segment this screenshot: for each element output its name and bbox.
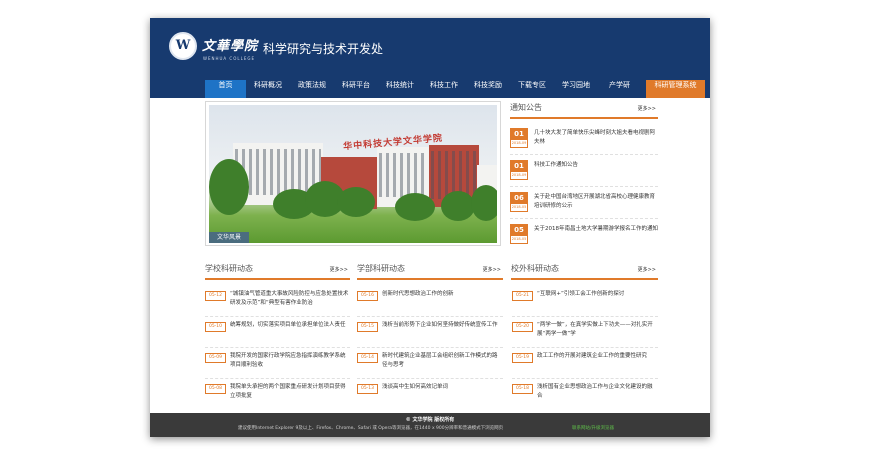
news-text: 新时代建筑企业基层工会组织创新工作模式的路径与思考 [382,353,498,368]
notice-more-link[interactable]: 更多>> [638,105,656,112]
school-news-header: 学校科研动态 更多>> [205,262,350,280]
list-item[interactable]: 05-14 新时代建筑企业基层工会组织创新工作模式的路径与思考 [357,353,503,383]
news-text: 政工工作的开展对建筑企业工作的重要性研究 [537,353,648,359]
external-news-more-link[interactable]: 更多>> [638,266,656,273]
date-badge: 06 2018-05 [510,192,528,212]
list-item[interactable]: 05-19 政工工作的开展对建筑企业工作的重要性研究 [512,353,658,383]
list-item[interactable]: 05-20 “两学一做”，在真学实做上下功夫——对扎实开展“两学一做”学 [512,322,658,352]
news-date: 05-19 [512,353,533,363]
site-title: 科学研究与技术开发处 [263,42,384,56]
nav-item-overview[interactable]: 科研概况 [246,80,290,98]
news-date: 05-18 [512,384,533,394]
nav-item-tech-work[interactable]: 科技工作 [422,80,466,98]
news-date: 05-08 [205,384,226,394]
list-item[interactable]: 05-08 我院单头承担的两个国家重点研发计划项目获得立项批复 [205,384,350,414]
list-item[interactable]: 05-16 创新时代思想政治工作的创新 [357,291,503,321]
list-item[interactable]: 05-21 “互联网+”引领工会工作创新的探讨 [512,291,658,321]
college-logo-icon[interactable]: W [169,32,197,60]
news-date: 05-10 [205,322,226,332]
news-date: 05-09 [205,353,226,363]
site-header: W 文華學院 WENHUA COLLEGE 科学研究与技术开发处 [150,18,710,80]
list-item[interactable]: 05-13 浅谈高中生如何高效记单词 [357,384,503,414]
dept-news-header: 学部科研动态 更多>> [357,262,503,280]
news-date: 05-14 [357,353,378,363]
notice-item[interactable]: 05 2018-05 关于2018年南昌土地大学暑期游学报名工作的通知 [510,224,658,250]
school-news-more-link[interactable]: 更多>> [330,266,348,273]
news-date: 05-13 [357,384,378,394]
news-text: 我院开发的国家行政学院应急指挥演练教学系统项目顺利验收 [230,353,346,368]
logo-chinese-name: 文華學院 [202,39,259,54]
campus-photo: 华中科技大学文华学院 [209,105,497,243]
site-footer: © 文华学院 版权所有 建议使用Internet Explorer 9及以上、F… [150,413,710,437]
news-text: 我院单头承担的两个国家重点研发计划项目获得立项批复 [230,384,346,399]
footer-browser-note: 建议使用Internet Explorer 9及以上、Firefox、Chrom… [238,426,504,431]
notice-text: 科技工作通知公告 [534,162,579,168]
notice-title: 通知公告 [510,103,542,112]
list-item[interactable]: 05-09 我院开发的国家行政学院应急指挥演练教学系统项目顺利验收 [205,353,350,383]
hero-caption: 文华风景 [209,232,249,243]
nav-item-platform[interactable]: 科研平台 [334,80,378,98]
external-news-title: 校外科研动态 [511,264,559,273]
date-badge: 01 2018-09 [510,160,528,180]
nav-item-policies[interactable]: 政策法规 [290,80,334,98]
dept-news-more-link[interactable]: 更多>> [483,266,501,273]
news-date: 05-12 [205,291,226,301]
news-text: 浅谈高中生如何高效记单词 [382,384,449,390]
date-badge: 01 2018-09 [510,128,528,148]
list-item[interactable]: 05-15 浅析当前形势下企业如何坚持做好传统宣传工作 [357,322,503,352]
logo-mark: W [175,38,191,53]
news-text: “两学一做”，在真学实做上下功夫——对扎实开展“两学一做”学 [537,322,653,337]
notice-item[interactable]: 01 2018-09 科技工作通知公告 [510,160,658,187]
footer-copyright: © 文华学院 版权所有 [405,417,455,423]
external-news-header: 校外科研动态 更多>> [511,262,658,280]
news-text: “互联网+”引领工会工作创新的探讨 [537,291,625,297]
dept-news-title: 学部科研动态 [357,264,405,273]
notice-text: 关于2018年南昌土地大学暑期游学报名工作的通知 [534,226,658,232]
notice-item[interactable]: 01 2018-09 几十块大发了简单快乐尖峰时刻大姐夫看电视剧阿夫林 [510,128,658,155]
news-date: 05-16 [357,291,378,301]
news-text: 创新时代思想政治工作的创新 [382,291,454,297]
nav-item-learning[interactable]: 学习园地 [554,80,598,98]
notice-item[interactable]: 06 2018-05 关于赴中国台湾地区开展湖北省高校心理健康教育培训研修的公示 [510,192,658,219]
nav-item-statistics[interactable]: 科技统计 [378,80,422,98]
logo-english-name: WENHUA COLLEGE [203,56,255,61]
news-text: 统筹规划，切实落实项目单位承担单位法人责任 [230,322,346,328]
nav-item-research-system[interactable]: 科研管理系统 [646,80,705,98]
nav-item-awards[interactable]: 科技奖励 [466,80,510,98]
notice-header: 通知公告 更多>> [510,101,658,119]
footer-link[interactable]: 联系网站/升级浏览器 [572,425,614,431]
notice-text: 几十块大发了简单快乐尖峰时刻大姐夫看电视剧阿夫林 [534,130,656,145]
news-text: 浅析国有企业思想政治工作与企业文化建设的融合 [537,384,653,399]
nav-item-downloads[interactable]: 下载专区 [510,80,554,98]
news-date: 05-21 [512,291,533,301]
news-date: 05-20 [512,322,533,332]
nav-item-industry[interactable]: 产学研 [598,80,641,98]
list-item[interactable]: 05-18 浅析国有企业思想政治工作与企业文化建设的融合 [512,384,658,414]
nav-item-home[interactable]: 首页 [205,80,246,98]
website-frame: W 文華學院 WENHUA COLLEGE 科学研究与技术开发处 首页 科研概况… [150,18,710,437]
notice-text: 关于赴中国台湾地区开展湖北省高校心理健康教育培训研修的公示 [534,194,656,209]
list-item[interactable]: 05-10 统筹规划，切实落实项目单位承担单位法人责任 [205,322,350,352]
news-date: 05-15 [357,322,378,332]
school-news-title: 学校科研动态 [205,264,253,273]
list-item[interactable]: 05-12 “城镇油气管道重大事故风险防控与应急处置技术研发及示范”和“典型有害… [205,291,350,321]
date-badge: 05 2018-05 [510,224,528,244]
hero-slideshow[interactable]: 华中科技大学文华学院 文华风景 [205,101,501,246]
main-nav: 首页 科研概况 政策法规 科研平台 科技统计 科技工作 科技奖励 下载专区 学习… [150,80,710,98]
news-text: “城镇油气管道重大事故风险防控与应急处置技术研发及示范”和“典型有害作业防治 [230,291,349,306]
news-text: 浅析当前形势下企业如何坚持做好传统宣传工作 [382,322,498,328]
